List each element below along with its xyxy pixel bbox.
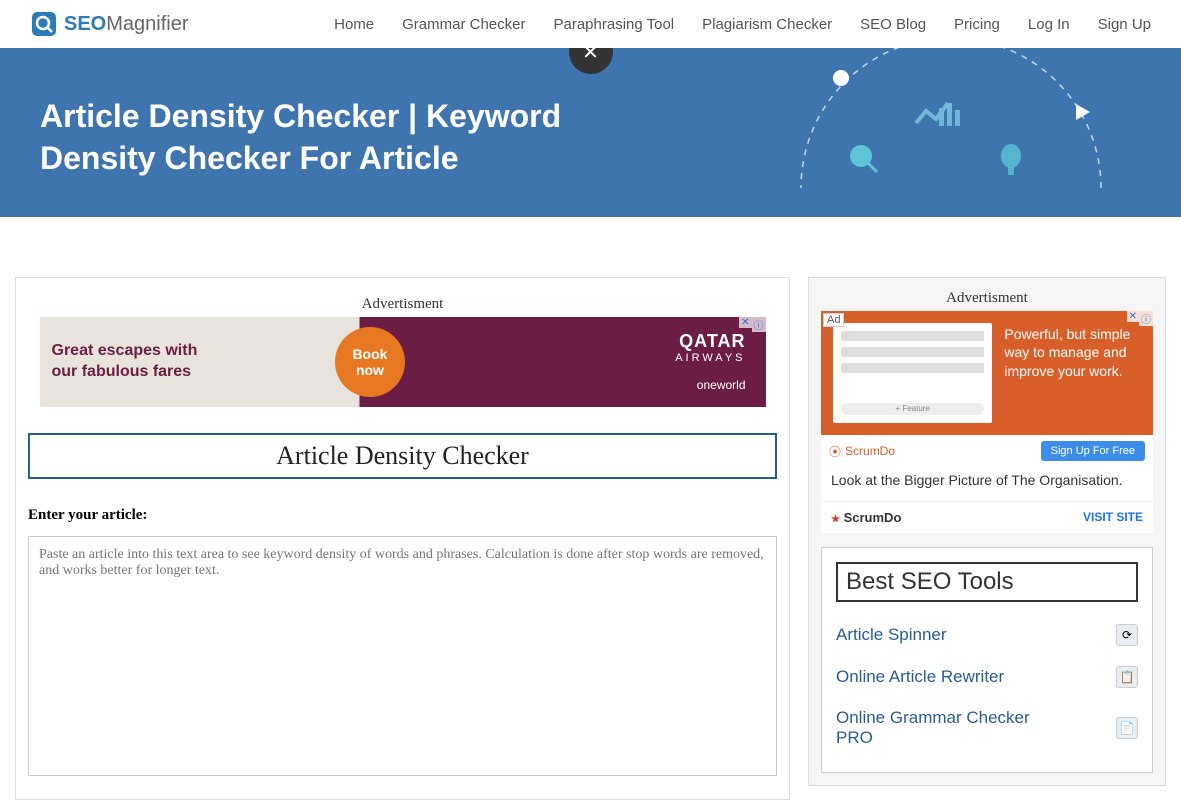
ad-mock-ui: + Feature	[833, 323, 992, 423]
ad-side-close-icon[interactable]: ✕	[1127, 311, 1139, 322]
nav-signup[interactable]: Sign Up	[1098, 16, 1151, 33]
ad-side-row: ⦿ ScrumDo Sign Up For Free	[821, 435, 1153, 467]
article-input[interactable]	[28, 536, 777, 776]
tool-item: Online Grammar Checker PRO 📄	[836, 698, 1138, 758]
content: Advertisment ✕ ⓘ Great escapes with our …	[0, 217, 1181, 800]
tools-box: Best SEO Tools Article Spinner ⟳ Online …	[821, 547, 1153, 773]
close-icon: ✕	[582, 48, 599, 65]
tool-link-grammar[interactable]: Online Grammar Checker PRO	[836, 708, 1056, 748]
logo-text-mag: Magnifier	[106, 13, 188, 36]
logo[interactable]: SEOMagnifier	[30, 10, 189, 38]
ad-feature-pill: + Feature	[841, 403, 984, 415]
nav-login[interactable]: Log In	[1028, 16, 1070, 33]
sidebar: Advertisment Ad ✕ ⓘ + Feature Powerful, …	[808, 277, 1166, 786]
tool-item: Online Article Rewriter 📋	[836, 656, 1138, 698]
ad-side[interactable]: Ad ✕ ⓘ + Feature Powerful, but simple wa…	[821, 311, 1153, 533]
ad-book-badge: Book now	[335, 327, 405, 397]
input-label: Enter your article:	[28, 507, 777, 524]
grammar-icon: 📄	[1116, 717, 1138, 739]
tool-link-spinner[interactable]: Article Spinner	[836, 625, 947, 645]
ad-brand: QATAR AIRWAYS oneworld	[675, 331, 745, 392]
logo-text-seo: SEO	[64, 13, 106, 36]
ad-signup-button[interactable]: Sign Up For Free	[1041, 441, 1145, 461]
tool-link-rewriter[interactable]: Online Article Rewriter	[836, 667, 1004, 687]
ad-banner-top[interactable]: ✕ ⓘ Great escapes with our fabulous fare…	[40, 317, 766, 407]
tools-title-box: Best SEO Tools	[836, 562, 1138, 602]
tool-title: Article Density Checker	[276, 441, 529, 470]
rewriter-icon: 📋	[1116, 666, 1138, 688]
ad-side-brand: ⦿ ScrumDo	[829, 443, 895, 460]
ad-side-text: Powerful, but simple way to manage and i…	[1004, 311, 1153, 435]
main-column: Advertisment ✕ ⓘ Great escapes with our …	[15, 277, 790, 800]
nav-plagiarism[interactable]: Plagiarism Checker	[702, 16, 832, 33]
ad-side-desc: Look at the Bigger Picture of The Organi…	[821, 467, 1153, 501]
ad-side-brand2: ★ ScrumDo	[831, 510, 901, 525]
ad-info-icon[interactable]: ⓘ	[752, 317, 766, 332]
hero-banner: ✕ Article Density Checker | Keyword Dens…	[0, 48, 1181, 217]
close-button[interactable]: ✕	[569, 48, 613, 74]
ad-badge: Ad	[823, 313, 844, 327]
nav-home[interactable]: Home	[334, 16, 374, 33]
ad-side-info-icon[interactable]: ⓘ	[1139, 311, 1153, 326]
logo-icon	[30, 10, 58, 38]
ad-headline: Great escapes with our fabulous fares	[40, 341, 210, 383]
ad-label-side: Advertisment	[821, 290, 1153, 307]
ad-label-top: Advertisment	[28, 296, 777, 313]
hero-graphic	[781, 48, 1181, 188]
nav-paraphrase[interactable]: Paraphrasing Tool	[553, 16, 674, 33]
tool-title-box: Article Density Checker	[28, 433, 777, 479]
ad-visit-link[interactable]: VISIT SITE	[1083, 510, 1143, 524]
tool-item: Article Spinner ⟳	[836, 614, 1138, 656]
ad-close-icon[interactable]: ✕	[739, 317, 751, 328]
tools-title: Best SEO Tools	[846, 568, 1014, 595]
spinner-icon: ⟳	[1116, 624, 1138, 646]
ad-side-image: Ad ✕ ⓘ + Feature Powerful, but simple wa…	[821, 311, 1153, 435]
header: SEOMagnifier Home Grammar Checker Paraph…	[0, 0, 1181, 48]
nav-pricing[interactable]: Pricing	[954, 16, 1000, 33]
ad-side-footer: ★ ScrumDo VISIT SITE	[821, 501, 1153, 533]
page-title: Article Density Checker | Keyword Densit…	[40, 96, 640, 179]
main-nav: Home Grammar Checker Paraphrasing Tool P…	[334, 16, 1151, 33]
nav-grammar[interactable]: Grammar Checker	[402, 16, 525, 33]
nav-blog[interactable]: SEO Blog	[860, 16, 926, 33]
